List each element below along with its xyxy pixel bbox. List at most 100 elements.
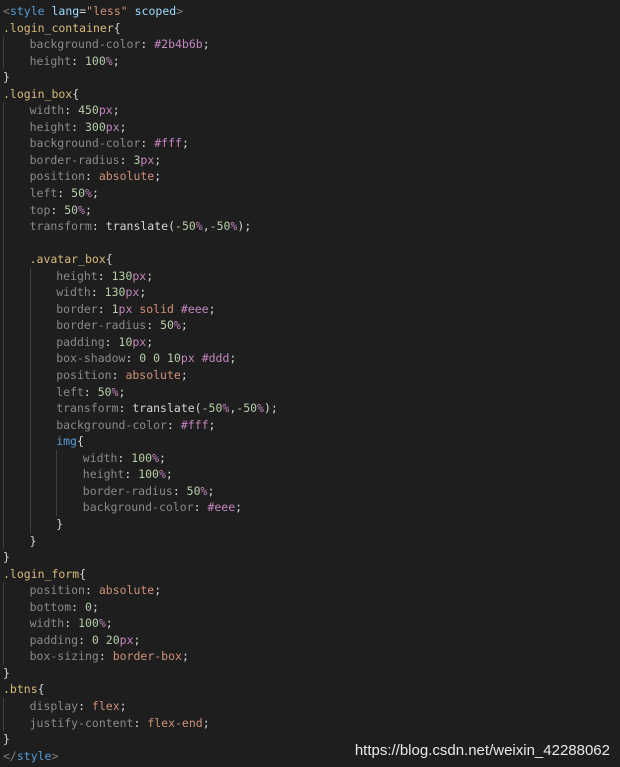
code-token: 300 (85, 119, 106, 134)
code-line-content: justify-content: flex-end; (3, 716, 210, 730)
code-line: display: flex; (0, 697, 620, 715)
code-line-content: } (3, 666, 10, 680)
indent-guide (3, 416, 4, 434)
code-line: .btns{ (0, 681, 620, 698)
code-token: absolute (125, 368, 181, 383)
code-token: border-radius (82, 483, 173, 498)
code-line-content (3, 236, 30, 250)
code-token: px (105, 119, 120, 134)
code-line-content: } (3, 732, 10, 746)
code-token: box-sizing (29, 649, 99, 664)
code-line-content: height: 130px; (3, 269, 153, 283)
code-line-content: padding: 0 20px; (3, 632, 141, 647)
code-line-content: border-radius: 50%; (3, 318, 188, 332)
code-token: ; (207, 483, 215, 498)
code-line: height: 130px; (0, 267, 620, 285)
code-token: solid (139, 301, 174, 316)
code-line: background-color: #fff; (0, 135, 620, 152)
code-token: border-radius (56, 318, 147, 333)
code-token: { (72, 86, 80, 101)
indent-guide (29, 515, 31, 533)
code-token: left (29, 186, 58, 201)
code-editor[interactable]: <style lang="less" scoped> .login_contain… (0, 3, 620, 764)
code-token: px (119, 632, 134, 647)
code-line: } (0, 549, 620, 566)
indent-guide (3, 433, 4, 450)
code-line: transform: translate(-50%,-50%); (0, 218, 620, 235)
code-token: ; (139, 285, 147, 300)
code-token: : (193, 500, 208, 515)
indent-guide (3, 36, 4, 53)
code-token: ; (202, 37, 210, 52)
code-line-content: box-shadow: 0 0 10px #ddd; (3, 351, 236, 365)
code-token: ; (180, 318, 188, 333)
indent-guide (29, 416, 31, 434)
code-token: % (105, 53, 113, 68)
code-token: , (202, 219, 210, 234)
code-token: lang (51, 4, 80, 18)
code-token: ; (91, 599, 99, 614)
code-token: ; (105, 616, 113, 631)
code-line-content: padding: 10px; (3, 335, 153, 349)
code-line: justify-content: flex-end; (0, 714, 620, 732)
code-token: height (29, 53, 72, 68)
code-token: ; (133, 632, 141, 647)
code-token: 0 (91, 632, 99, 647)
indent-guide (3, 102, 4, 119)
code-token: position (29, 583, 85, 598)
code-token: #eee (180, 301, 209, 316)
indent-guide (3, 532, 4, 550)
code-line: width: 100%; (0, 615, 620, 632)
code-token: translate (105, 219, 169, 234)
code-line-content: width: 130px; (3, 285, 146, 299)
code-token: 100 (138, 467, 159, 482)
code-token: : (140, 37, 155, 52)
indent-guide (29, 466, 31, 483)
code-token: 130 (104, 285, 126, 300)
indent-guide (3, 135, 4, 152)
code-token: ); (237, 219, 252, 234)
indent-guide (3, 367, 4, 384)
indent-guide (29, 367, 31, 384)
indent-guide (29, 482, 31, 500)
indent-guide (29, 317, 31, 334)
code-token: : (133, 715, 148, 730)
indent-guide (29, 333, 31, 351)
code-token: .avatar_box (29, 252, 106, 267)
code-token: : (172, 483, 187, 498)
code-line-content: background-color: #eee; (3, 500, 242, 514)
code-line: <style lang="less" scoped> (0, 3, 620, 20)
code-line-content: width: 100%; (3, 451, 166, 465)
indent-guide (3, 118, 4, 136)
code-line: .login_container{ (0, 20, 620, 37)
code-line: width: 130px; (0, 284, 620, 301)
code-token: 50 (186, 483, 201, 498)
code-token: : (97, 301, 112, 316)
code-token: : (78, 698, 92, 713)
code-line: border: 1px solid #eee; (0, 300, 620, 318)
code-token: box-shadow (56, 351, 126, 366)
indent-guide (3, 400, 4, 417)
code-token: { (76, 434, 84, 449)
code-token: : (119, 152, 134, 167)
code-token: 1 (111, 301, 119, 316)
code-token: : (71, 599, 85, 614)
code-token: flex (91, 698, 120, 713)
code-token: justify-content (29, 715, 134, 730)
code-line-content: position: absolute; (3, 368, 188, 382)
code-token: ; (119, 698, 127, 713)
code-token: padding (29, 632, 79, 647)
code-token: #eee (207, 500, 236, 515)
code-token: .btns (3, 682, 38, 697)
indent-guide (3, 267, 4, 285)
code-line-content: .login_container{ (3, 21, 121, 35)
code-token: : (78, 632, 92, 647)
code-line: width: 450px; (0, 102, 620, 119)
code-token: px (132, 334, 147, 349)
code-token: ; (91, 186, 99, 201)
code-line-content: box-sizing: border-box; (3, 649, 189, 663)
code-line: padding: 0 20px; (0, 631, 620, 649)
code-token: % (173, 318, 181, 333)
code-token: 50 (64, 202, 79, 217)
